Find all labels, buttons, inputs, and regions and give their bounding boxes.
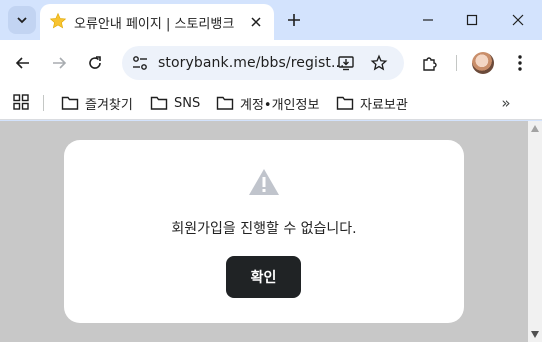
confirm-button[interactable]: 확인 (226, 256, 301, 298)
error-message: 회원가입을 진행할 수 없습니다. (171, 221, 357, 237)
more-vert-icon (518, 55, 522, 71)
bookmarks-bar: 즐겨찾기 SNS 계정•개인정보 자료보관 » (0, 86, 542, 120)
bookmark-folder-archive[interactable]: 자료보관 (336, 92, 408, 114)
bookmark-folder-favorites[interactable]: 즐겨찾기 (61, 92, 133, 114)
maximize-icon (466, 14, 478, 26)
toolbar-divider (456, 55, 457, 71)
folder-icon (216, 96, 234, 110)
extensions-button[interactable] (418, 51, 442, 75)
bookmark-label: 자료보관 (360, 97, 408, 113)
puzzle-icon (423, 57, 437, 71)
page-content: 회원가입을 진행할 수 없습니다. 확인 (0, 121, 528, 342)
reload-button[interactable] (83, 51, 107, 75)
url-text: storybank.me/bbs/regist... (158, 55, 345, 71)
close-icon (512, 14, 524, 26)
tab-title: 오류안내 페이지 | 스토리뱅크 (74, 17, 235, 32)
tab-close-button[interactable] (246, 12, 266, 32)
close-icon (251, 17, 261, 27)
warning-icon (249, 169, 279, 195)
install-icon (338, 56, 354, 71)
arrow-right-icon (53, 57, 67, 69)
new-tab-button[interactable] (282, 8, 306, 32)
close-window-button[interactable] (506, 8, 530, 32)
scroll-down-arrow[interactable] (531, 331, 539, 338)
bookmark-label: SNS (174, 95, 201, 111)
folder-icon (61, 96, 79, 110)
error-dialog: 회원가입을 진행할 수 없습니다. 확인 (64, 140, 464, 323)
reload-icon (89, 56, 101, 69)
plus-icon (288, 14, 300, 26)
folder-icon (336, 96, 354, 110)
profile-avatar[interactable] (472, 52, 494, 74)
toolbar: storybank.me/bbs/regist... (0, 40, 542, 86)
back-button[interactable] (11, 51, 35, 75)
tab-strip: 오류안내 페이지 | 스토리뱅크 (0, 0, 542, 40)
minimize-icon (423, 19, 433, 21)
folder-icon (150, 96, 168, 110)
bookmark-label: 즐겨찾기 (85, 97, 133, 113)
chevron-down-icon (17, 17, 27, 24)
arrow-left-icon (15, 57, 29, 69)
maximize-button[interactable] (460, 8, 484, 32)
tab-search-button[interactable] (8, 6, 36, 34)
bookmark-folder-sns[interactable]: SNS (150, 92, 200, 114)
scroll-up-arrow[interactable] (531, 125, 539, 132)
active-tab[interactable]: 오류안내 페이지 | 스토리뱅크 (40, 4, 274, 40)
address-bar[interactable]: storybank.me/bbs/regist... (122, 46, 404, 80)
bookmark-star-button[interactable] (369, 53, 389, 73)
bookmarks-divider (43, 95, 44, 111)
site-settings-icon (133, 56, 147, 70)
vertical-scrollbar[interactable] (528, 121, 542, 342)
more-bookmarks-button[interactable]: » (498, 92, 514, 114)
bookmark-folder-account[interactable]: 계정•개인정보 (216, 92, 319, 114)
apps-grid-icon[interactable] (12, 93, 30, 111)
bookmark-label: 계정•개인정보 (240, 97, 320, 113)
star-outline-icon (370, 54, 388, 71)
star-icon (49, 12, 67, 29)
forward-button[interactable] (47, 51, 71, 75)
install-app-button[interactable] (336, 53, 356, 73)
menu-button[interactable] (508, 51, 532, 75)
minimize-button[interactable] (416, 8, 440, 32)
